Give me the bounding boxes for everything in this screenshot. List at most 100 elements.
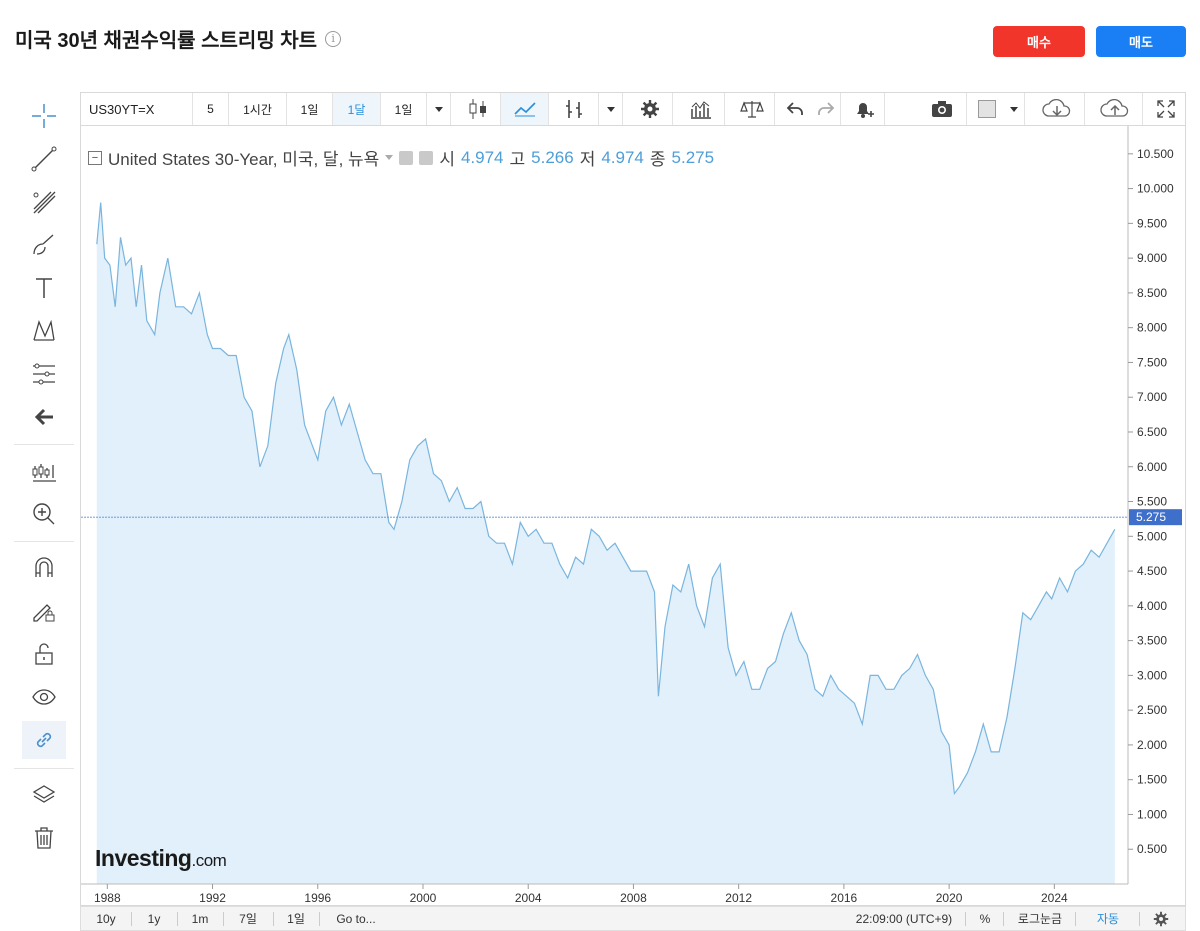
- x-tick-label: 2016: [831, 891, 858, 905]
- magnet-icon[interactable]: [22, 549, 66, 587]
- lock-drawing-icon[interactable]: [22, 592, 66, 630]
- y-tick-label: 1.000: [1137, 807, 1167, 821]
- undo-icon[interactable]: [779, 93, 811, 125]
- legend-series-name: United States 30-Year, 미국, 달, 뉴욕: [108, 150, 380, 169]
- camera-icon[interactable]: [917, 93, 967, 125]
- yield-chart[interactable]: 10.500 10.000 9.500 9.000 8.500 8.000 7.500 7.0…: [81, 126, 1185, 906]
- bar-type-icon[interactable]: [549, 93, 599, 125]
- y-tick-label: 7.000: [1137, 390, 1167, 404]
- x-tick-label: 2024: [1041, 891, 1068, 905]
- y-tick-label: 2.000: [1137, 738, 1167, 752]
- measure-icon[interactable]: [22, 355, 66, 393]
- pattern-icon[interactable]: [22, 312, 66, 350]
- close-label: 종: [649, 150, 666, 169]
- y-tick-label: 3.500: [1137, 634, 1167, 648]
- range-7d[interactable]: 7일: [229, 907, 267, 930]
- range-1m[interactable]: 1m: [183, 907, 217, 930]
- redo-icon[interactable]: [811, 93, 841, 125]
- open-value: 4.974: [460, 147, 504, 167]
- chart-legend: − United States 30-Year, 미국, 달, 뉴욕 시 4.97…: [88, 145, 714, 170]
- percent-toggle[interactable]: %: [973, 907, 997, 930]
- y-tick-label: 6.000: [1137, 460, 1167, 474]
- line-chart-icon[interactable]: [501, 93, 549, 125]
- log-scale-toggle[interactable]: 로그눈금: [1011, 907, 1069, 930]
- x-tick-label: 1992: [199, 891, 226, 905]
- x-tick-label: 2012: [725, 891, 752, 905]
- cloud-upload-icon[interactable]: [1087, 93, 1143, 125]
- chevron-down-icon[interactable]: [427, 93, 451, 125]
- series-settings-icon[interactable]: [419, 150, 434, 165]
- fib-icon[interactable]: [22, 183, 66, 221]
- y-tick-label: 9.000: [1137, 251, 1167, 265]
- goto-button[interactable]: Go to...: [325, 907, 387, 930]
- auto-scale-toggle[interactable]: 자동: [1083, 907, 1133, 930]
- color-icon[interactable]: [971, 93, 1003, 125]
- interval-dropdown[interactable]: 1일: [381, 93, 427, 125]
- zoom-chart-icon[interactable]: [22, 452, 66, 490]
- x-tick-label: 1996: [304, 891, 331, 905]
- y-tick-label: 6.500: [1137, 425, 1167, 439]
- symbol-input[interactable]: US30YT=X: [81, 93, 193, 125]
- buy-button[interactable]: 매수: [993, 26, 1085, 57]
- interval-1mo[interactable]: 1달: [333, 93, 381, 125]
- unlock-icon[interactable]: [22, 635, 66, 673]
- y-tick-label: 9.500: [1137, 216, 1167, 230]
- compare-icon[interactable]: [729, 93, 775, 125]
- y-tick-label: 2.500: [1137, 703, 1167, 717]
- cloud-download-icon[interactable]: [1029, 93, 1085, 125]
- y-tick-label: 10.000: [1137, 182, 1174, 196]
- info-icon[interactable]: i: [325, 30, 342, 47]
- link-icon[interactable]: [22, 721, 66, 759]
- high-value: 5.266: [531, 147, 574, 167]
- clock-readout: 22:09:00 (UTC+9): [855, 911, 953, 926]
- trend-line-icon[interactable]: [22, 140, 66, 178]
- open-label: 시: [439, 150, 455, 169]
- eye-icon[interactable]: [22, 678, 66, 716]
- legend-chevron-icon[interactable]: [385, 155, 394, 160]
- x-tick-label: 2000: [410, 891, 437, 905]
- y-tick-label: 5.000: [1137, 529, 1167, 543]
- y-tick-label: 7.500: [1137, 355, 1167, 369]
- bottom-bar: 10y 1y 1m 7일 1일 Go to... 22:09:00 (UTC+9…: [80, 906, 1186, 931]
- range-1y[interactable]: 1y: [137, 907, 171, 930]
- settings-icon[interactable]: [1145, 907, 1177, 930]
- alert-icon[interactable]: [845, 93, 885, 125]
- page-title: 미국 30년 채권수익률 스트리밍 차트 i: [15, 24, 342, 53]
- last-price-label: 5.275: [1136, 510, 1166, 524]
- back-arrow-icon[interactable]: [22, 398, 66, 436]
- y-tick-label: 8.500: [1137, 286, 1167, 300]
- x-tick-label: 2008: [620, 891, 647, 905]
- x-tick-label: 1988: [94, 891, 121, 905]
- y-tick-label: 0.500: [1137, 842, 1167, 856]
- interval-1h[interactable]: 1시간: [229, 93, 287, 125]
- y-tick-label: 8.000: [1137, 321, 1167, 335]
- sell-button[interactable]: 매도: [1096, 26, 1186, 57]
- low-label: 저: [579, 150, 596, 169]
- interval-1d[interactable]: 1일: [287, 93, 333, 125]
- brush-icon[interactable]: [22, 226, 66, 264]
- crosshair-icon[interactable]: [22, 97, 66, 135]
- settings-icon[interactable]: [627, 93, 673, 125]
- indicators-icon[interactable]: [677, 93, 725, 125]
- range-1d[interactable]: 1일: [279, 907, 313, 930]
- zoom-in-icon[interactable]: [22, 495, 66, 533]
- high-label: 고: [509, 150, 526, 169]
- chevron-down-icon[interactable]: [599, 93, 623, 125]
- candlestick-icon[interactable]: [455, 93, 501, 125]
- fullscreen-icon[interactable]: [1147, 93, 1185, 125]
- visibility-icon[interactable]: [399, 150, 414, 165]
- y-tick-label: 3.000: [1137, 668, 1167, 682]
- chevron-down-icon[interactable]: [1003, 93, 1025, 125]
- investing-logo: Investing.com: [95, 845, 227, 871]
- y-tick-label: 10.500: [1137, 147, 1174, 161]
- layers-icon[interactable]: [22, 776, 66, 814]
- text-icon[interactable]: [22, 269, 66, 307]
- y-tick-label: 1.500: [1137, 773, 1167, 787]
- interval-5[interactable]: 5: [193, 93, 229, 125]
- range-10y[interactable]: 10y: [87, 907, 125, 930]
- trash-icon[interactable]: [22, 819, 66, 857]
- close-value: 5.275: [671, 147, 715, 167]
- collapse-legend-icon[interactable]: −: [88, 150, 102, 165]
- y-tick-label: 5.500: [1137, 495, 1167, 509]
- x-tick-label: 2020: [936, 891, 963, 905]
